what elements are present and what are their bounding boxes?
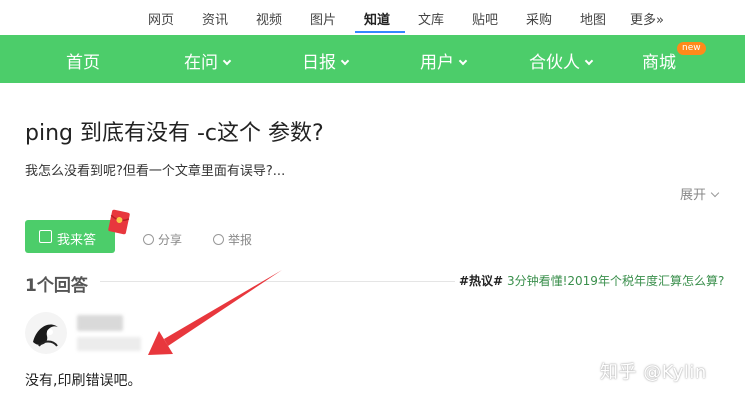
gnav-users[interactable]: 用户: [420, 48, 468, 73]
nav-web[interactable]: 网页: [148, 9, 174, 28]
answer-button-label: 我来答: [57, 233, 97, 248]
expand-button[interactable]: 展开: [680, 184, 720, 203]
hot-tag: #热议#: [459, 274, 504, 288]
gnav-mall[interactable]: 商城: [642, 48, 676, 73]
chevron-down-icon: [222, 56, 232, 66]
chevron-down-icon: [458, 56, 468, 66]
answer-count: 1个回答: [25, 276, 88, 296]
chevron-down-icon: [710, 188, 720, 198]
gnav-partner-label: 合伙人: [529, 53, 580, 73]
share-button[interactable]: 分享: [143, 231, 182, 248]
chevron-down-icon: [340, 56, 350, 66]
edit-icon: [39, 230, 52, 243]
user-info-blurred: [77, 337, 141, 351]
question-title: ping 到底有没有 -c这个 参数?: [25, 121, 324, 146]
nav-more[interactable]: 更多»: [630, 9, 664, 28]
gnav-asking-label: 在问: [184, 53, 218, 73]
gnav-daily-label: 日报: [302, 53, 336, 73]
gnav-daily[interactable]: 日报: [302, 48, 350, 73]
nav-tieba[interactable]: 贴吧: [472, 9, 498, 28]
nav-images[interactable]: 图片: [310, 9, 336, 28]
share-icon: [143, 234, 154, 245]
expand-label: 展开: [680, 188, 707, 203]
answer-text: 没有,印刷错误吧。: [25, 373, 142, 389]
gnav-asking[interactable]: 在问: [184, 48, 232, 73]
gnav-home-label: 首页: [66, 53, 100, 73]
answer-button[interactable]: 我来答: [25, 220, 115, 253]
gnav-users-label: 用户: [420, 53, 454, 73]
watermark: 知乎 @Kylin: [600, 362, 707, 383]
active-tab-indicator: [355, 31, 405, 33]
hot-topic-link[interactable]: 3分钟看懂!2019年个税年度汇算怎么算?: [507, 274, 724, 288]
report-button[interactable]: 举报: [213, 231, 252, 248]
share-label: 分享: [158, 233, 183, 247]
question-description: 我怎么没看到呢?但看一个文章里面有误导?...: [25, 164, 286, 179]
username-blurred: [77, 315, 123, 331]
report-label: 举报: [228, 233, 253, 247]
top-search-nav: 网页 资讯 视频 图片 知道 文库 贴吧 采购 地图 更多»: [0, 0, 745, 35]
nav-map[interactable]: 地图: [580, 9, 606, 28]
chevron-down-icon: [584, 56, 594, 66]
zhidao-main-nav: 首页 在问 日报 用户 合伙人 商城: [0, 35, 745, 83]
gnav-partner[interactable]: 合伙人: [529, 48, 594, 73]
divider: [100, 281, 455, 282]
gnav-home[interactable]: 首页: [66, 48, 100, 73]
nav-video[interactable]: 视频: [256, 9, 282, 28]
nav-zhidao[interactable]: 知道: [364, 9, 390, 28]
report-icon: [213, 234, 224, 245]
red-packet-icon: [108, 209, 130, 235]
new-badge: new: [677, 42, 706, 55]
nav-news[interactable]: 资讯: [202, 9, 228, 28]
nav-wenku[interactable]: 文库: [418, 9, 444, 28]
hot-topic: #热议# 3分钟看懂!2019年个税年度汇算怎么算?: [459, 272, 724, 289]
nav-caigou[interactable]: 采购: [526, 9, 552, 28]
avatar[interactable]: [25, 312, 67, 354]
gnav-mall-label: 商城: [642, 53, 676, 73]
